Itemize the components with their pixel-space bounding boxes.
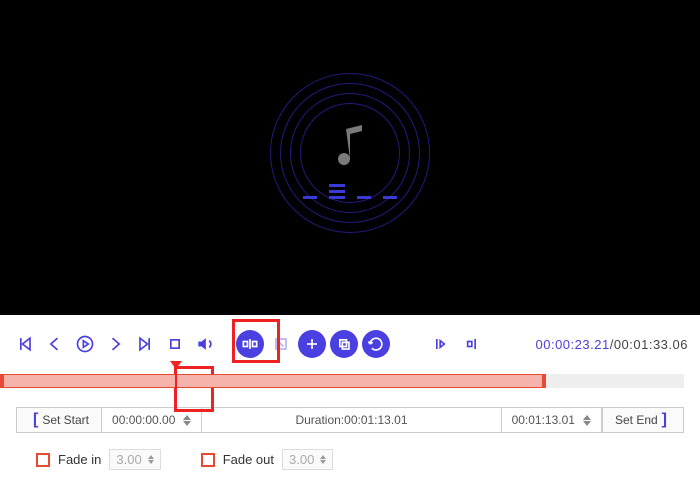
timeline-selection[interactable]	[0, 374, 546, 388]
next-button[interactable]	[102, 331, 128, 357]
goto-end-button[interactable]	[132, 331, 158, 357]
transport-controls: 00:00:23.21/00:01:33.06	[0, 315, 700, 369]
start-time-field[interactable]: 00:00:00.00	[102, 408, 202, 432]
current-time: 00:00:23.21	[536, 337, 610, 352]
set-end-button[interactable]: Set End ]	[602, 408, 683, 432]
add-segment-button[interactable]	[298, 330, 326, 358]
fade-out-checkbox[interactable]	[201, 453, 215, 467]
delete-segment-button[interactable]	[268, 331, 294, 357]
set-end-label: Set End	[615, 413, 658, 427]
stop-button[interactable]	[162, 331, 188, 357]
equalizer-icon	[303, 184, 397, 199]
music-visualizer	[270, 73, 430, 233]
mark-out-button[interactable]	[458, 331, 484, 357]
time-readout: 00:00:23.21/00:01:33.06	[536, 337, 689, 352]
set-start-button[interactable]: [ Set Start	[17, 408, 102, 432]
undo-button[interactable]	[362, 330, 390, 358]
split-button[interactable]	[236, 330, 264, 358]
goto-start-button[interactable]	[12, 331, 38, 357]
playhead[interactable]	[175, 367, 177, 391]
start-time-spinner[interactable]	[183, 415, 191, 426]
end-time-field[interactable]: 00:01:13.01	[502, 408, 602, 432]
end-time-spinner[interactable]	[583, 415, 591, 426]
fade-options: Fade in 3.00 Fade out 3.00	[0, 433, 700, 486]
mark-in-button[interactable]	[428, 331, 454, 357]
timeline[interactable]	[0, 369, 700, 393]
copy-segment-button[interactable]	[330, 330, 358, 358]
volume-button[interactable]	[192, 331, 218, 357]
total-time: 00:01:33.06	[614, 337, 688, 352]
fade-in-checkbox[interactable]	[36, 453, 50, 467]
fade-out-value[interactable]: 3.00	[282, 449, 333, 470]
duration-field: Duration:00:01:13.01	[202, 408, 501, 432]
segment-bar: [ Set Start 00:00:00.00 Duration:00:01:1…	[16, 407, 684, 433]
preview-panel	[0, 0, 700, 315]
fade-out-label: Fade out	[223, 452, 274, 467]
prev-button[interactable]	[42, 331, 68, 357]
fade-in-value[interactable]: 3.00	[109, 449, 160, 470]
fade-in-label: Fade in	[58, 452, 101, 467]
set-start-label: Set Start	[42, 413, 89, 427]
play-button[interactable]	[72, 331, 98, 357]
